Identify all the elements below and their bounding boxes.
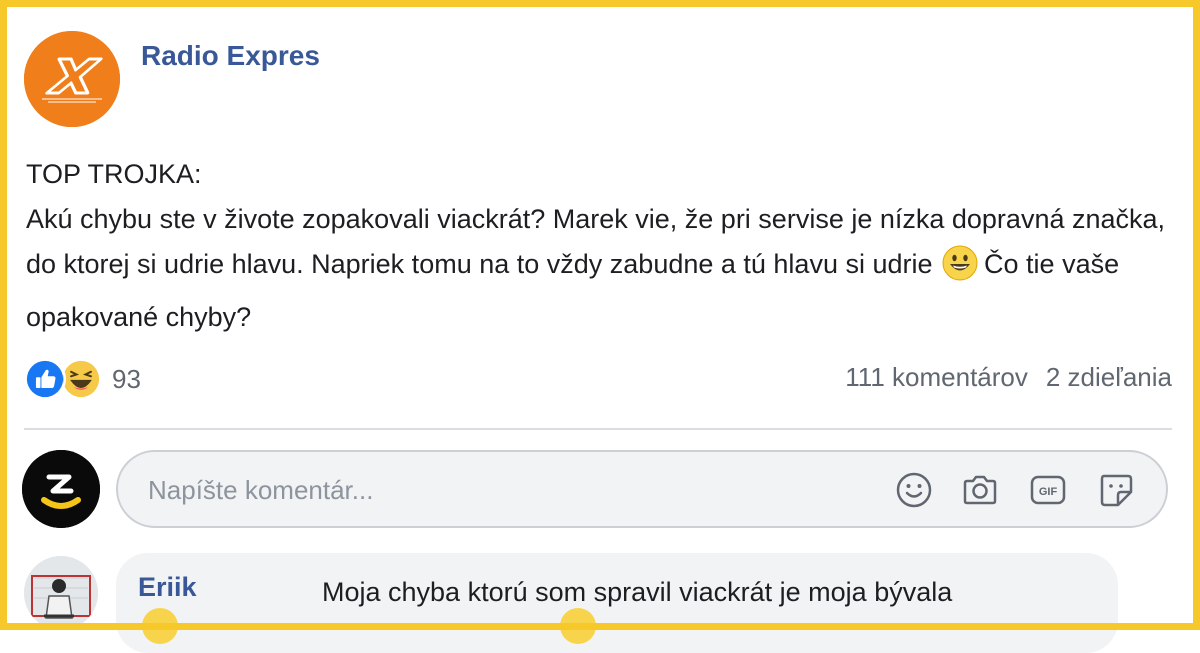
page-name-link[interactable]: Radio Expres bbox=[141, 40, 320, 72]
post-stats: 111 komentárov 2 zdieľania bbox=[845, 362, 1172, 393]
post-heading: TOP TROJKA: bbox=[26, 159, 202, 189]
radio-expres-logo bbox=[24, 31, 120, 127]
comments-count-link[interactable]: 111 komentárov bbox=[845, 362, 1028, 393]
divider bbox=[24, 428, 1172, 430]
reactions-summary[interactable]: 93 bbox=[24, 357, 141, 401]
camera-icon[interactable] bbox=[960, 470, 1000, 510]
user-avatar[interactable] bbox=[22, 450, 100, 528]
user-logo-icon bbox=[22, 450, 100, 528]
like-icon bbox=[24, 358, 66, 400]
smiley-emoji-icon bbox=[942, 245, 978, 295]
comment-input[interactable] bbox=[146, 452, 850, 528]
svg-text:GIF: GIF bbox=[1039, 486, 1058, 498]
post-text: TOP TROJKA: Akú chybu ste v živote zopak… bbox=[26, 152, 1166, 340]
comment-composer[interactable]: GIF bbox=[116, 450, 1168, 528]
reaction-count: 93 bbox=[112, 363, 141, 394]
comment-author-link[interactable]: Eriik bbox=[138, 572, 197, 603]
emoji-icon bbox=[142, 608, 178, 644]
comment-text: Moja chyba ktorú som spravil viackrát je… bbox=[322, 577, 953, 607]
emoji-icon bbox=[560, 608, 596, 644]
commenter-photo bbox=[24, 556, 98, 630]
emoji-icon[interactable] bbox=[894, 470, 934, 510]
post-body: Akú chybu ste v živote zopakovali viackr… bbox=[26, 197, 1166, 340]
haha-icon bbox=[60, 358, 102, 400]
commenter-avatar[interactable] bbox=[24, 556, 98, 630]
page-avatar[interactable] bbox=[24, 31, 120, 127]
gif-icon[interactable]: GIF bbox=[1028, 470, 1068, 510]
sticker-icon[interactable] bbox=[1096, 470, 1136, 510]
shares-count-link[interactable]: 2 zdieľania bbox=[1046, 362, 1172, 393]
